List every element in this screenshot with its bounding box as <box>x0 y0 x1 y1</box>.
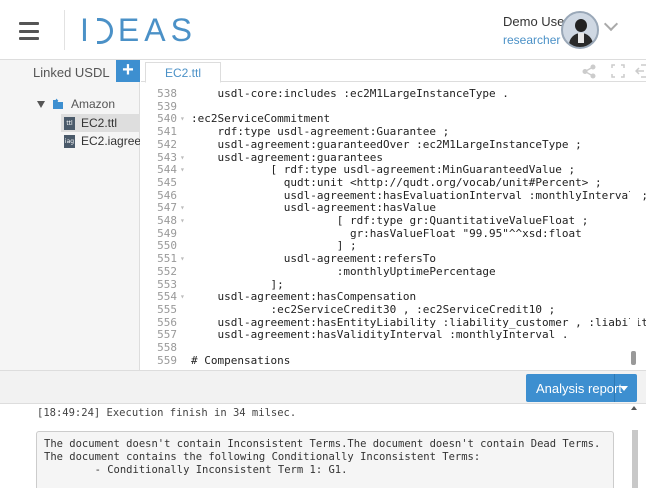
line-number: 544 <box>157 163 177 177</box>
sidebar-title: Linked USDL <box>33 65 110 80</box>
tree-file-ec2-ttl[interactable]: ttl EC2.ttl <box>61 114 140 132</box>
tree-file-label: EC2.iagreete <box>81 134 140 148</box>
report-line: - Conditionally Inconsistent Term 1: G1. <box>44 464 348 476</box>
tab-ec2-ttl[interactable]: EC2.ttl <box>145 62 221 83</box>
tree-file-label: EC2.ttl <box>81 116 118 130</box>
analysis-report-button[interactable]: Analysis report <box>526 374 637 402</box>
code-line[interactable]: gr:hasValueFloat "99.95"^^xsd:float <box>191 227 582 240</box>
line-number: 542 <box>157 137 177 151</box>
code-line[interactable]: usdl-agreement:hasValidityInterval :mont… <box>191 328 568 341</box>
line-number: 552 <box>157 264 177 278</box>
console-scrollbar[interactable] <box>630 404 640 488</box>
fold-toggle-icon[interactable]: ▾ <box>180 214 185 227</box>
code-line[interactable]: [ rdf:type usdl-agreement:MinGuaranteedV… <box>191 163 575 176</box>
chevron-down-icon[interactable] <box>603 16 619 32</box>
code-line[interactable]: :ec2ServiceCommitment <box>191 112 330 125</box>
tree-file-ec2-iagree[interactable]: iag EC2.iagreete <box>61 132 140 150</box>
caret-down-icon[interactable] <box>37 100 45 108</box>
button-split-divider <box>614 374 615 402</box>
line-number: 555 <box>157 302 177 316</box>
line-number: 556 <box>157 315 177 329</box>
file-sidebar: Linked USDL + Amazon ttl EC2.ttl iag EC2… <box>0 60 140 370</box>
user-name: Demo User <box>503 14 569 29</box>
app-header: I EAS Demo User researcher <box>0 0 646 60</box>
report-line: The document doesn't contain Inconsisten… <box>44 438 601 450</box>
line-number: 557 <box>157 328 177 342</box>
code-line[interactable]: usdl-agreement:hasEvaluationInterval :mo… <box>191 189 646 202</box>
ttl-file-icon: ttl <box>64 116 75 130</box>
fold-toggle-icon[interactable]: ▾ <box>180 201 185 214</box>
sidebar-header: Linked USDL + <box>0 60 140 82</box>
line-number: 546 <box>157 188 177 202</box>
code-line[interactable]: [ rdf:type gr:QuantitativeValueFloat ; <box>191 214 589 227</box>
user-menu[interactable]: Demo User researcher <box>490 8 640 52</box>
ideas-logo[interactable]: I EAS <box>80 12 197 49</box>
code-line[interactable]: qudt:unit <http://qudt.org/vocab/unit#Pe… <box>191 176 602 189</box>
editor-scrollbar[interactable] <box>630 83 638 370</box>
line-number: 547 <box>157 201 177 215</box>
code-line[interactable]: usdl-agreement:refersTo <box>191 252 436 265</box>
line-number: 540 <box>157 112 177 126</box>
user-role[interactable]: researcher <box>503 33 560 47</box>
analysis-report-label: Analysis report <box>536 381 622 396</box>
line-number: 543 <box>157 150 177 164</box>
analysis-report-box: The document doesn't contain Inconsisten… <box>36 431 614 488</box>
code-line[interactable]: ]; <box>191 278 283 291</box>
fold-toggle-icon[interactable]: ▾ <box>180 252 185 265</box>
code-line[interactable]: rdf:type usdl-agreement:Guarantee ; <box>191 125 449 138</box>
code-line[interactable]: usdl-core:includes :ec2M1LargeInstanceTy… <box>191 87 508 100</box>
folder-icon <box>53 98 63 109</box>
code-line[interactable]: :ec2ServiceCredit30 , :ec2ServiceCredit1… <box>191 303 555 316</box>
fold-toggle-icon[interactable]: ▾ <box>180 290 185 303</box>
code-editor[interactable]: 538 usdl-core:includes :ec2M1LargeInstan… <box>141 83 646 370</box>
code-line[interactable]: ] ; <box>191 239 357 252</box>
line-number: 554 <box>157 290 177 304</box>
tree-folder-label: Amazon <box>71 97 116 111</box>
add-file-button[interactable]: + <box>116 60 140 82</box>
code-line[interactable]: usdl-agreement:guarantees <box>191 151 383 164</box>
code-line[interactable]: :monthlyUptimePercentage <box>191 265 496 278</box>
line-number: 551 <box>157 252 177 266</box>
logo-suffix: EAS <box>117 12 197 48</box>
line-number: 553 <box>157 277 177 291</box>
report-line: The document contains the following Cond… <box>44 451 481 463</box>
fold-toggle-icon[interactable]: ▾ <box>180 151 185 164</box>
share-icon[interactable] <box>581 64 597 79</box>
line-number: 548 <box>157 214 177 227</box>
header-divider <box>64 10 65 50</box>
caret-down-icon[interactable] <box>620 386 628 391</box>
fullscreen-icon[interactable] <box>611 64 625 78</box>
line-number: 559 <box>157 353 177 367</box>
editor-tabbar: EC2.ttl <box>141 60 646 83</box>
line-number: 550 <box>157 239 177 253</box>
code-line[interactable]: usdl-agreement:hasCompensation <box>191 290 416 303</box>
exit-icon[interactable] <box>635 64 646 78</box>
fold-toggle-icon[interactable]: ▾ <box>180 163 185 176</box>
fold-toggle-icon[interactable]: ▾ <box>180 112 185 125</box>
line-number: 539 <box>157 99 177 113</box>
console-scroll-thumb[interactable] <box>632 430 638 488</box>
user-avatar-icon[interactable] <box>561 11 599 49</box>
tree-folder-amazon[interactable]: Amazon <box>37 97 115 111</box>
logo-mark-icon <box>96 17 113 44</box>
console-panel: [18:49:24] Execution finish in 34 milsec… <box>0 404 646 488</box>
line-number: 545 <box>157 175 177 189</box>
console-log-line: [18:49:24] Execution finish in 34 milsec… <box>37 407 297 419</box>
editor-scroll-thumb[interactable] <box>631 351 636 365</box>
logo-prefix: I <box>80 12 94 48</box>
hamburger-icon[interactable] <box>10 18 48 44</box>
line-number: 541 <box>157 125 177 139</box>
code-line[interactable]: usdl-agreement:hasEntityLiability :liabi… <box>191 316 646 329</box>
scroll-up-icon[interactable] <box>631 406 637 410</box>
iagree-file-icon: iag <box>64 134 75 148</box>
line-number: 558 <box>157 341 177 354</box>
line-number: 538 <box>157 87 177 100</box>
code-line[interactable]: # Compensations <box>191 354 290 367</box>
code-line[interactable]: usdl-agreement:hasValue <box>191 201 436 214</box>
code-line[interactable]: usdl-agreement:guaranteedOver :ec2M1Larg… <box>191 138 581 151</box>
line-number: 549 <box>157 226 177 240</box>
